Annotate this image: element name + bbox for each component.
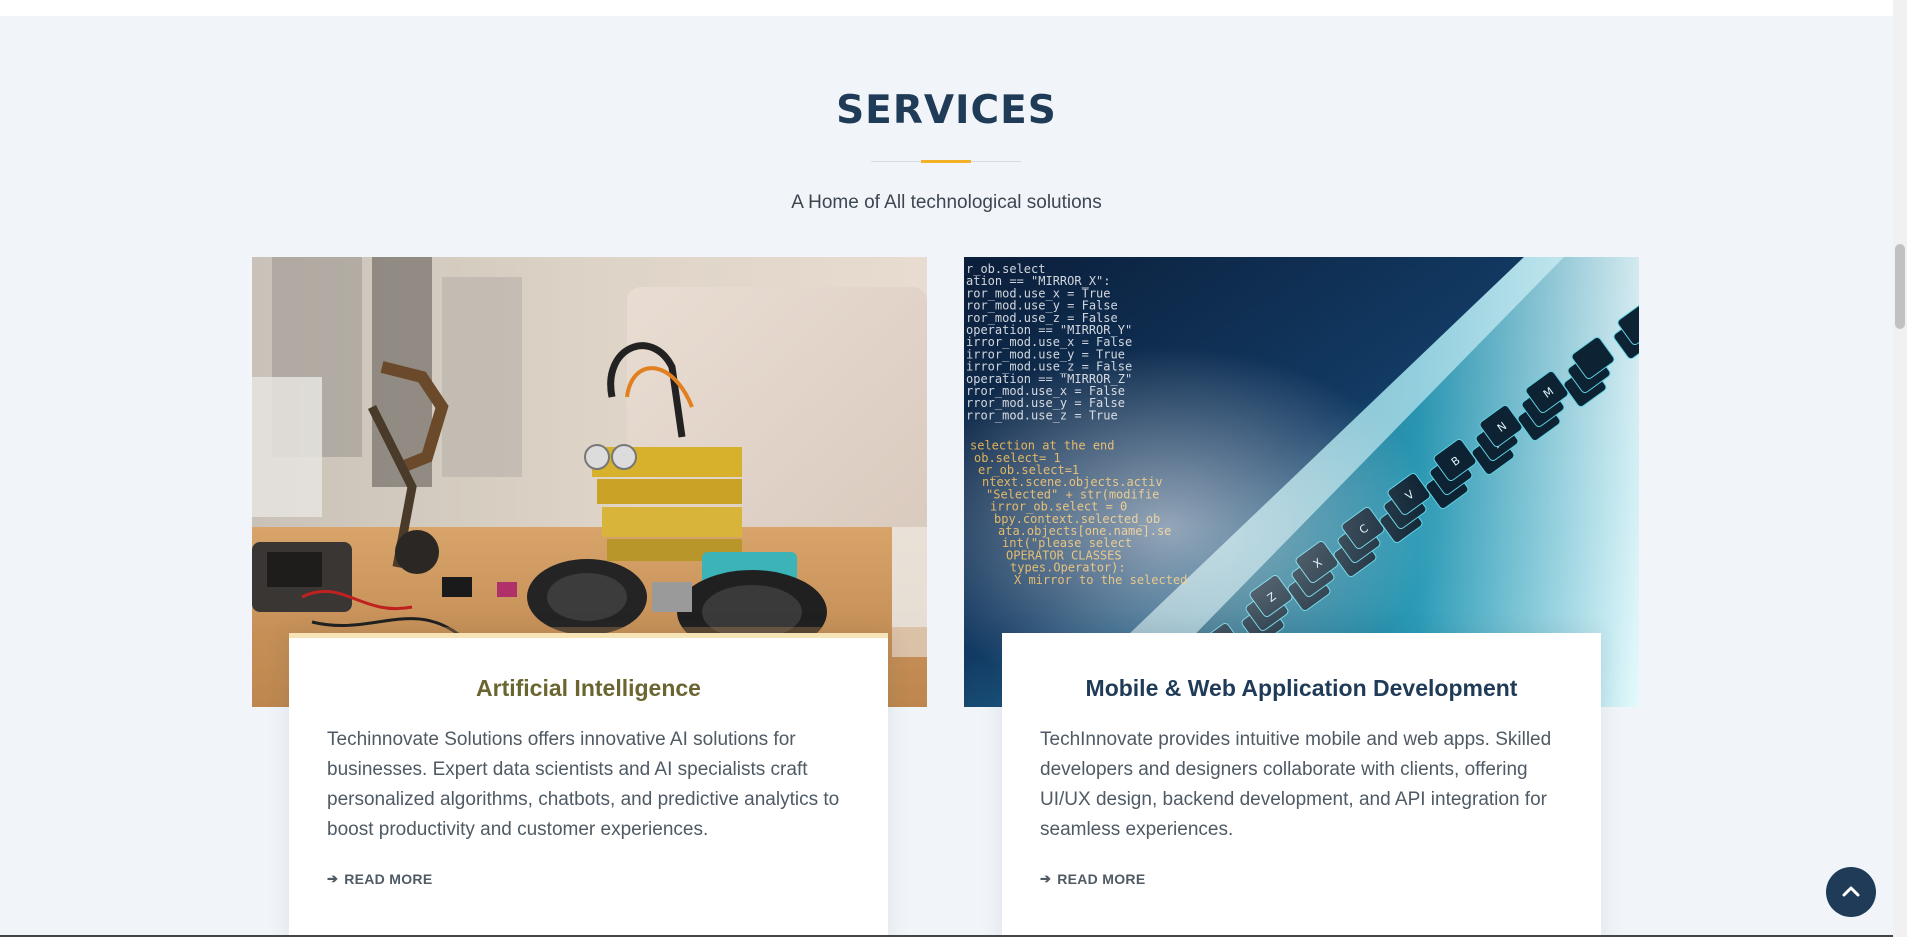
chevron-up-icon (1842, 886, 1860, 897)
ai-service-title: Artificial Intelligence (476, 675, 701, 701)
ai-service-description: Techinnovate Solutions offers innovative… (327, 729, 840, 840)
back-to-top-button[interactable] (1826, 867, 1876, 917)
arrow-right-icon: ➔ (327, 871, 339, 886)
header-strip (0, 0, 1893, 16)
read-more-label: READ MORE (344, 871, 433, 887)
page-scrollbar[interactable] (1893, 0, 1907, 937)
app-dev-read-more-link[interactable]: ➔ READ MORE (1040, 871, 1145, 887)
service-card-app-dev: Mobile & Web Application Development Tec… (1002, 633, 1601, 937)
read-more-label: READ MORE (1057, 871, 1146, 887)
service-card-ai: Artificial Intelligence Techinnovate Sol… (289, 633, 888, 937)
ai-read-more-link[interactable]: ➔ READ MORE (327, 871, 432, 887)
title-accent-bar (921, 160, 971, 163)
scrollbar-thumb[interactable] (1895, 244, 1905, 329)
app-dev-service-title: Mobile & Web Application Development (1085, 675, 1518, 701)
app-dev-service-description: TechInnovate provides intuitive mobile a… (1040, 729, 1552, 840)
section-subtitle: A Home of All technological solutions (791, 192, 1102, 213)
arrow-right-icon: ➔ (1040, 871, 1052, 886)
section-title: SERVICES (836, 88, 1057, 133)
